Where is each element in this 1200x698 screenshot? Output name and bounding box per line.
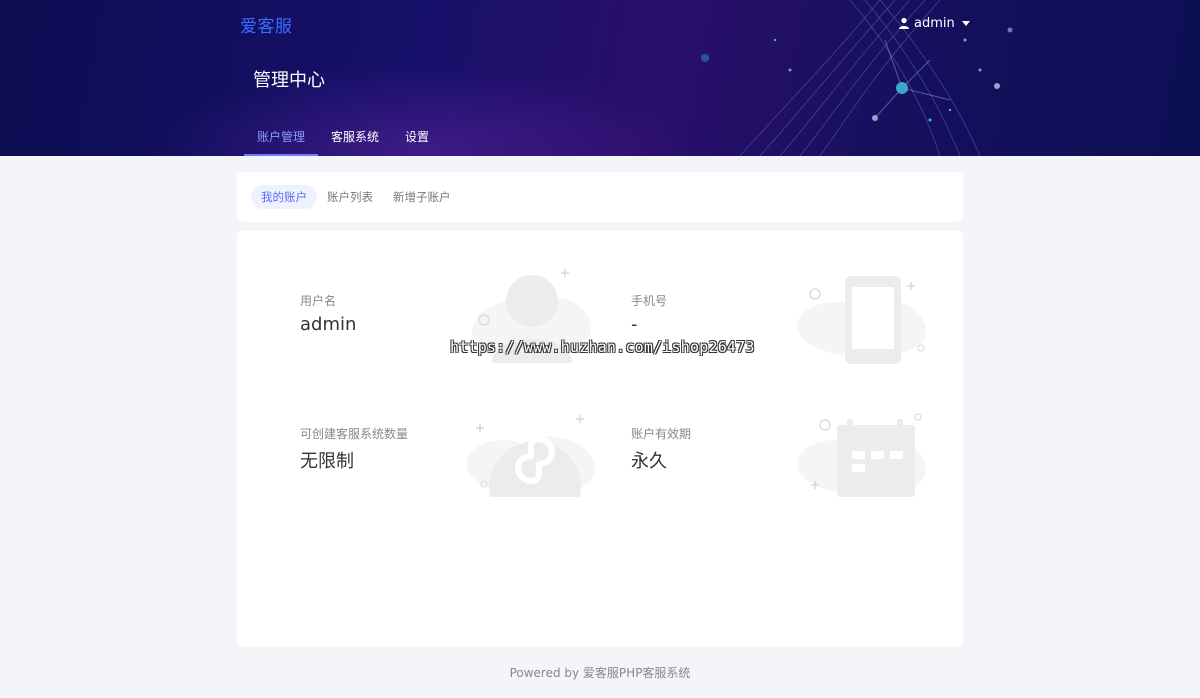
- user-icon: [899, 17, 909, 29]
- validity-value: 永久: [631, 451, 667, 472]
- app-header: 爱客服 admin 管理中心 账户管理 客服系统 设置: [0, 0, 1200, 156]
- user-name: admin: [914, 15, 955, 31]
- phone-value: -: [631, 314, 638, 335]
- chevron-down-icon: [961, 21, 970, 26]
- capacity-block: 可创建客服系统数量 无限制: [300, 425, 408, 473]
- page-title: 管理中心: [253, 70, 325, 91]
- phone-icon: [797, 276, 926, 364]
- tab-settings[interactable]: 设置: [392, 128, 442, 156]
- user-menu[interactable]: admin: [898, 14, 970, 32]
- username-value: admin: [300, 314, 357, 335]
- username-block: 用户名 admin: [300, 292, 356, 335]
- miniprogram-icon: [466, 415, 595, 497]
- tab-service-system[interactable]: 客服系统: [318, 128, 392, 156]
- account-info-card: 用户名 admin 手机号 - 可创建客服系统数量 无限制 账户有效期 永久: [237, 231, 963, 647]
- watermark-text: https://www.huzhan.com/ishop26473: [450, 338, 755, 356]
- subtab-my-account[interactable]: 我的账户: [251, 185, 317, 209]
- calendar-icon: [797, 413, 926, 497]
- phone-block: 手机号 -: [631, 292, 667, 335]
- subtab-account-list[interactable]: 账户列表: [317, 185, 383, 209]
- username-label: 用户名: [300, 294, 337, 308]
- brand-logo[interactable]: 爱客服: [240, 12, 293, 37]
- validity-block: 账户有效期 永久: [631, 425, 691, 473]
- footer: Powered by 爱客服PHP客服系统: [509, 666, 691, 680]
- subtab-add-sub-account[interactable]: 新增子账户: [383, 185, 461, 209]
- phone-label: 手机号: [631, 294, 668, 308]
- capacity-label: 可创建客服系统数量: [300, 427, 409, 441]
- sub-nav: 我的账户 账户列表 新增子账户: [237, 172, 963, 222]
- tab-account-management[interactable]: 账户管理: [244, 128, 319, 156]
- main-nav: 账户管理 客服系统 设置: [244, 128, 442, 156]
- validity-label: 账户有效期: [631, 427, 692, 441]
- capacity-value: 无限制: [300, 451, 354, 472]
